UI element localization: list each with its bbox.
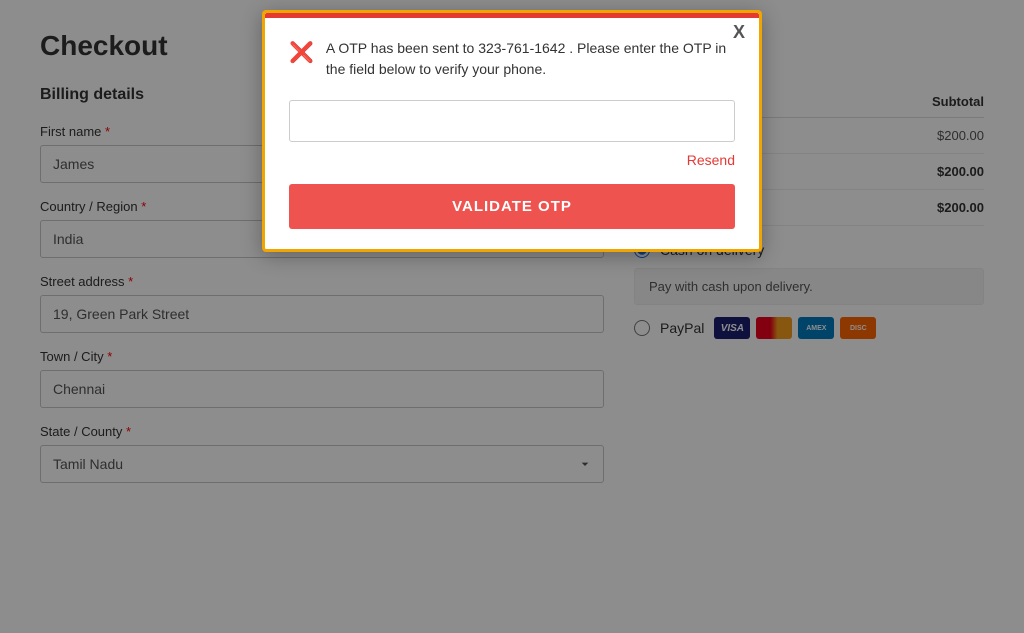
modal-body: ❌ A OTP has been sent to 323-761-1642 . …	[265, 18, 759, 249]
resend-link[interactable]: Resend	[687, 152, 735, 168]
otp-input[interactable]	[289, 100, 735, 142]
modal-close-button[interactable]: X	[733, 23, 745, 41]
modal-overlay: X ❌ A OTP has been sent to 323-761-1642 …	[0, 0, 1024, 633]
resend-container: Resend	[289, 152, 735, 170]
otp-check-icon: ❌	[289, 40, 314, 65]
otp-message: A OTP has been sent to 323-761-1642 . Pl…	[326, 38, 735, 80]
otp-modal: X ❌ A OTP has been sent to 323-761-1642 …	[262, 10, 762, 252]
otp-notice: ❌ A OTP has been sent to 323-761-1642 . …	[289, 38, 735, 80]
validate-otp-button[interactable]: VALIDATE OTP	[289, 184, 735, 229]
